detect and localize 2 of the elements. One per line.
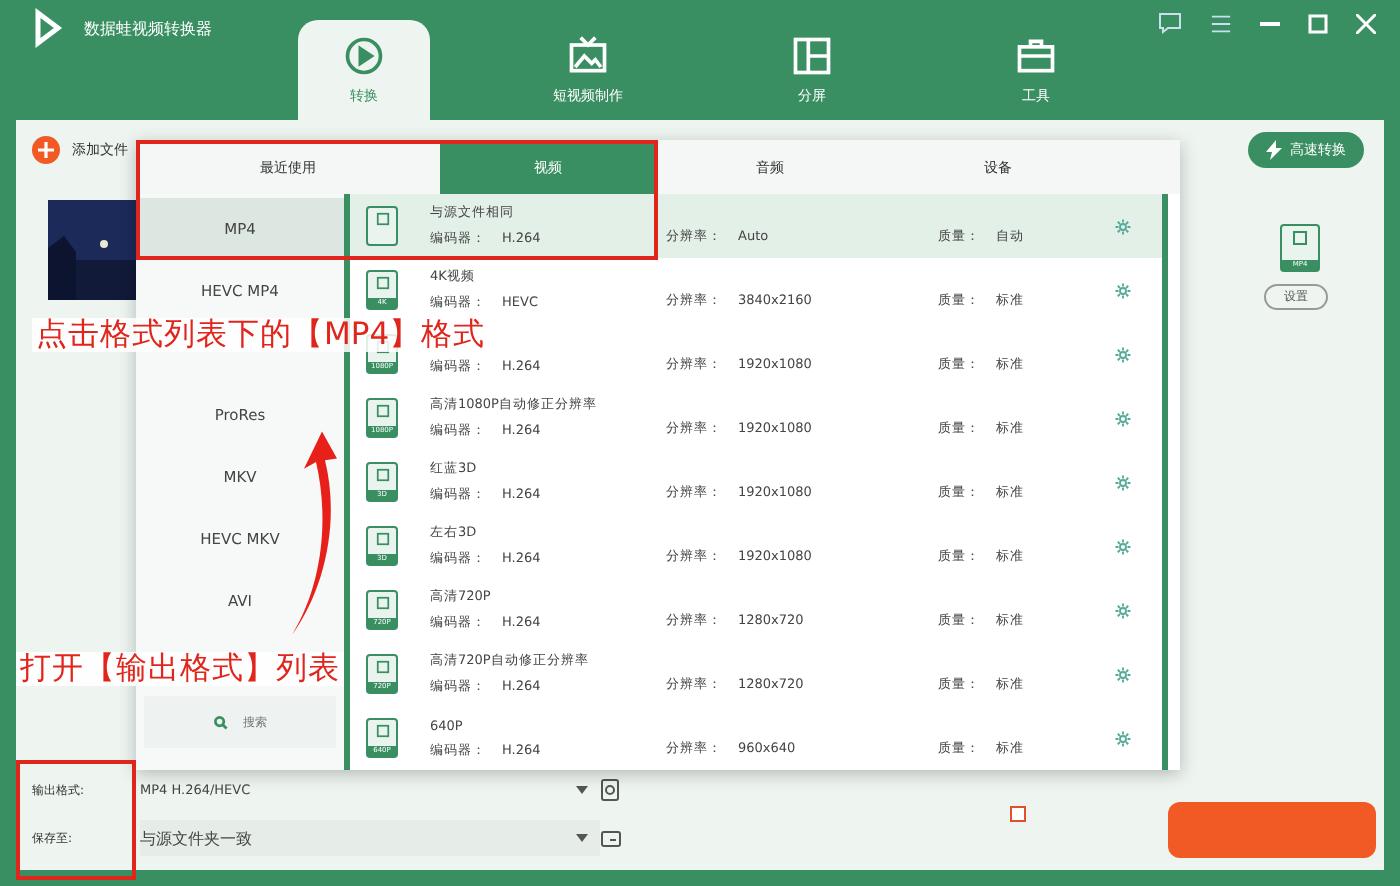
instruction-tooltip: 打开【输出格式】列表 — [16, 652, 344, 687]
app-title: 数据蛙视频转换器 — [84, 17, 212, 39]
